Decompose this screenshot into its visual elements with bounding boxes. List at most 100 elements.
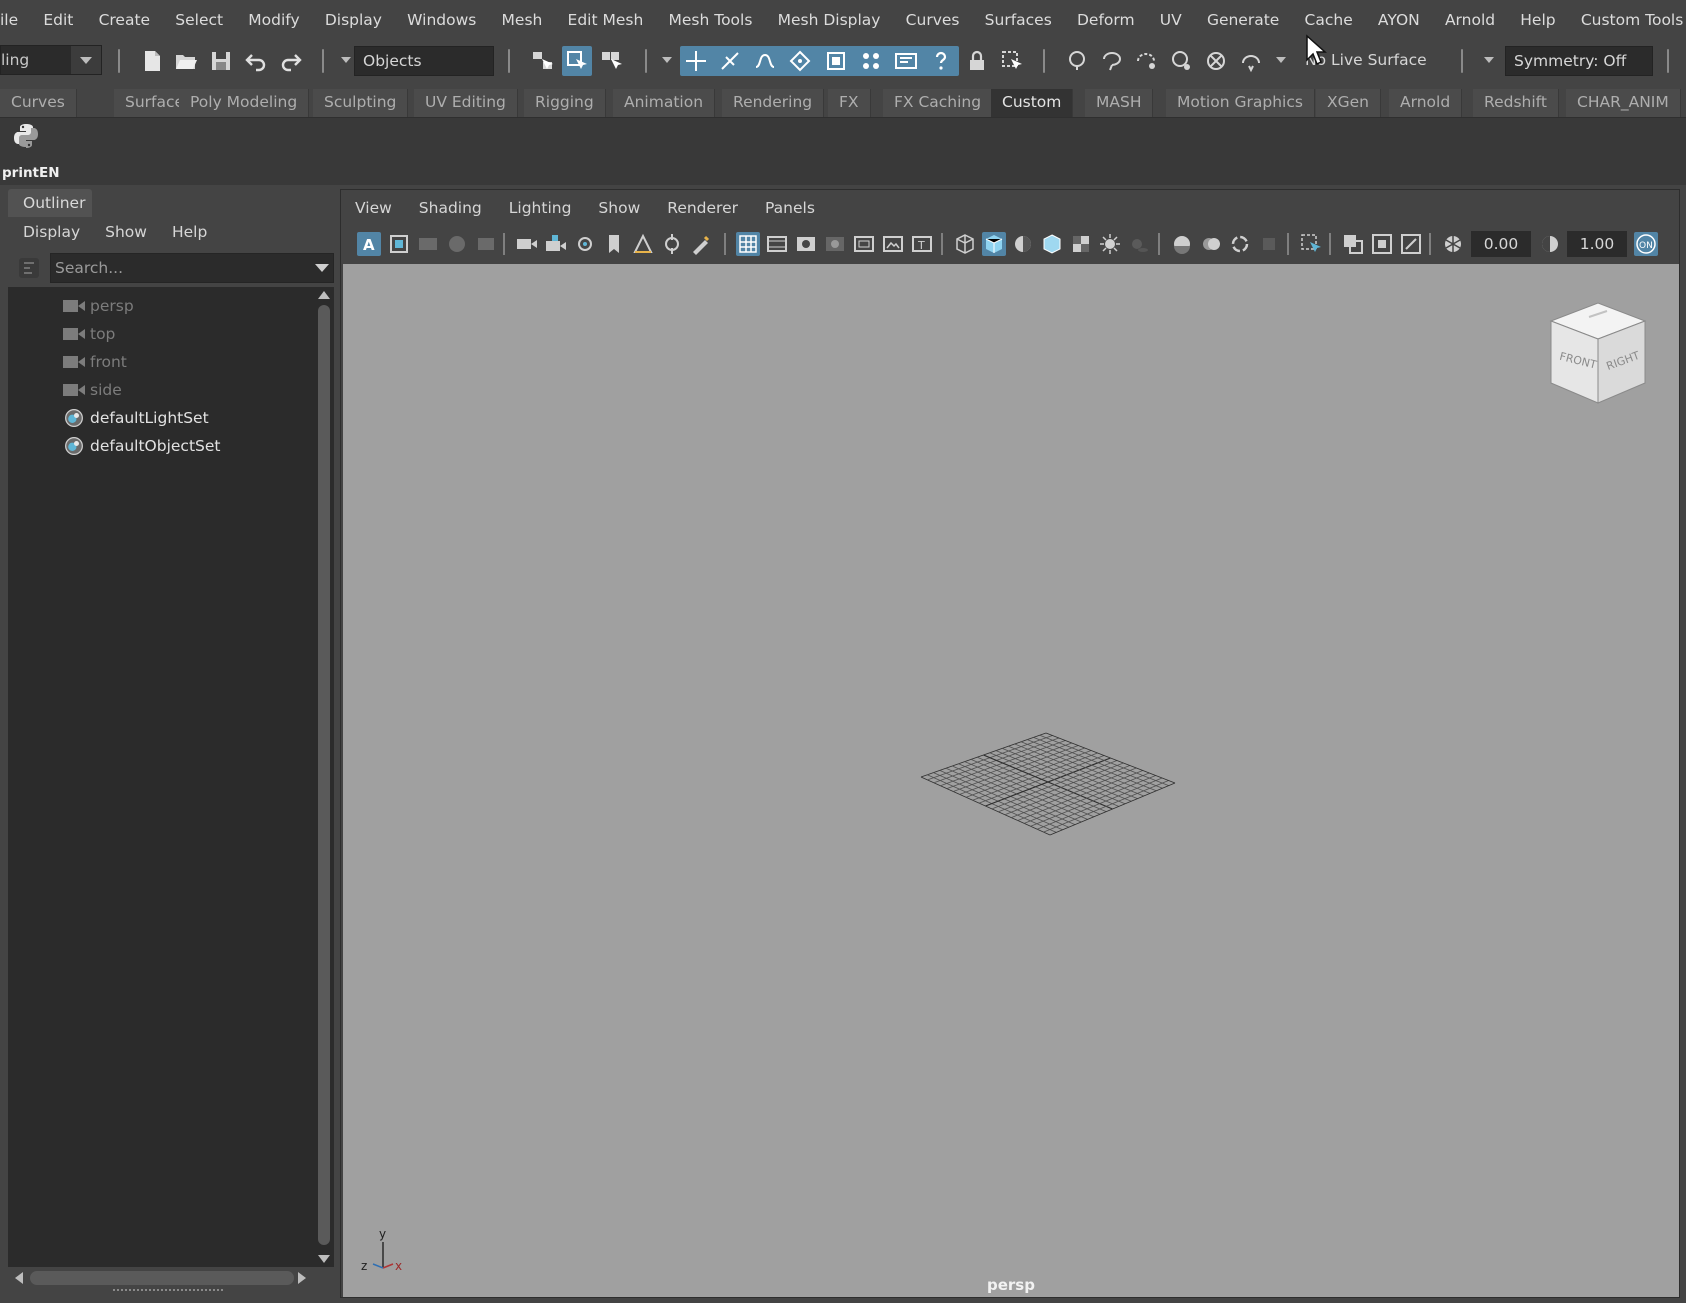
menu-set-dropdown[interactable]: ling [0,45,102,75]
menu-cache[interactable]: Cache [1292,0,1365,40]
camera-attributes-icon[interactable] [387,232,411,256]
anti-aliasing-icon[interactable] [1228,232,1252,256]
menu-mesh-display[interactable]: Mesh Display [765,0,893,40]
tab-fx[interactable]: FX [828,89,871,117]
viewport-menu-panels[interactable]: Panels [751,199,828,217]
default-material-icon[interactable] [1011,232,1035,256]
outliner-search-input[interactable]: Search... [50,253,334,283]
outliner-item-side[interactable]: side [8,375,314,405]
field-chart-icon[interactable] [852,232,876,256]
xray-joints-icon[interactable] [1399,232,1423,256]
depth-of-field-icon[interactable] [1257,232,1281,256]
bookmarks-icon[interactable] [416,232,440,256]
snap-camera-icon[interactable] [660,232,684,256]
scroll-left-icon[interactable] [15,1272,23,1284]
scrollbar-thumb[interactable] [318,305,330,1245]
menu-curves[interactable]: Curves [893,0,972,40]
redo-icon[interactable] [276,46,306,76]
outliner-tab[interactable]: Outliner [8,189,92,217]
poly-plane-mesh[interactable] [913,729,1183,849]
menu-arnold[interactable]: Arnold [1432,0,1507,40]
menu-uv[interactable]: UV [1147,0,1194,40]
bookmark-icon[interactable] [602,232,626,256]
soft-select-icon[interactable] [1166,46,1196,76]
viewport-menu-lighting[interactable]: Lighting [495,199,585,217]
viewport-menu-renderer[interactable]: Renderer [653,199,751,217]
xray-active-components-icon[interactable] [1370,232,1394,256]
outliner-item-default-object-set[interactable]: defaultObjectSet [8,431,314,461]
lock-icon[interactable] [962,46,992,76]
select-by-hierarchy-icon[interactable] [528,46,558,76]
film-gate-toggle-icon[interactable] [765,232,789,256]
selection-mask-field[interactable]: Objects [354,46,494,76]
menu-edit-mesh[interactable]: Edit Mesh [555,0,656,40]
image-plane-icon[interactable] [445,232,469,256]
resize-grip[interactable] [113,1289,223,1293]
menu-file[interactable]: ile [0,0,31,40]
snap-view-plane-icon[interactable] [785,46,815,76]
textured-icon[interactable] [1069,232,1093,256]
tab-xgen[interactable]: XGen [1316,89,1381,117]
menu-generate[interactable]: Generate [1194,0,1292,40]
smooth-shade-icon[interactable] [982,232,1006,256]
viewport-menu-view[interactable]: View [341,199,405,217]
menu-custom-tools[interactable]: Custom Tools [1568,0,1686,40]
symmetry-field[interactable]: Symmetry: Off [1505,46,1653,76]
outliner-menu-help[interactable]: Help [157,223,207,241]
paint-icon[interactable] [689,232,713,256]
chevron-down-icon[interactable] [315,264,329,272]
open-scene-icon[interactable] [171,46,201,76]
snap-point-icon[interactable] [750,46,780,76]
xray-icon[interactable] [1097,46,1127,76]
gamma-field[interactable]: 1.00 [1567,231,1627,257]
chevron-down-icon[interactable] [1484,57,1496,67]
lasso-icon[interactable] [1062,46,1092,76]
snap-curve-icon[interactable] [715,46,745,76]
wireframe-on-shaded-icon[interactable] [1040,232,1064,256]
menu-ayon[interactable]: AYON [1365,0,1432,40]
tab-rendering[interactable]: Rendering [722,89,825,117]
menu-surfaces[interactable]: Surfaces [972,0,1064,40]
tweak-icon[interactable] [1236,46,1266,76]
shadows-icon[interactable] [1127,232,1151,256]
chevron-down-icon[interactable] [341,57,353,67]
outliner-menu-display[interactable]: Display [8,223,80,241]
tab-mash[interactable]: MASH [1085,89,1154,117]
tab-uv-editing[interactable]: UV Editing [414,89,518,117]
view-cube[interactable]: FRONT RIGHT [1543,299,1653,409]
isolate-select-icon[interactable] [1299,232,1323,256]
menu-mesh-tools[interactable]: Mesh Tools [656,0,765,40]
outliner-menu-show[interactable]: Show [90,223,147,241]
paint-select-icon[interactable] [1131,46,1161,76]
select-camera-icon[interactable]: A [357,232,381,256]
film-gate-icon[interactable] [573,232,597,256]
tab-motion-graphics[interactable]: Motion Graphics [1166,89,1315,117]
select-highlight-icon[interactable] [997,46,1027,76]
tab-arnold[interactable]: Arnold [1389,89,1463,117]
screen-space-ao-icon[interactable] [1170,232,1194,256]
save-scene-icon[interactable] [206,46,236,76]
gate-mask-icon[interactable] [823,232,847,256]
menu-deform[interactable]: Deform [1064,0,1147,40]
viewport-menu-show[interactable]: Show [584,199,653,217]
exposure-icon[interactable] [1441,232,1465,256]
outliner-item-top[interactable]: top [8,319,314,349]
menu-windows[interactable]: Windows [395,0,489,40]
snap-live-icon[interactable] [821,46,851,76]
menu-select[interactable]: Select [163,0,236,40]
use-all-lights-icon[interactable] [1098,232,1122,256]
tab-sculpting[interactable]: Sculpting [313,89,409,117]
viewport-menu-shading[interactable]: Shading [405,199,495,217]
grid-icon[interactable] [736,232,760,256]
tab-animation[interactable]: Animation [613,89,716,117]
menu-create[interactable]: Create [86,0,163,40]
undo-icon[interactable] [241,46,271,76]
tab-redshift[interactable]: Redshift [1473,89,1559,117]
snap-grid-icon[interactable] [681,46,711,76]
new-scene-icon[interactable] [137,46,167,76]
tab-fx-caching[interactable]: FX Caching [883,89,994,117]
scroll-down-icon[interactable] [318,1255,330,1263]
exposure-field[interactable]: 0.00 [1471,231,1531,257]
grease-pencil-icon[interactable] [631,232,655,256]
scrollbar-thumb[interactable] [30,1271,294,1285]
